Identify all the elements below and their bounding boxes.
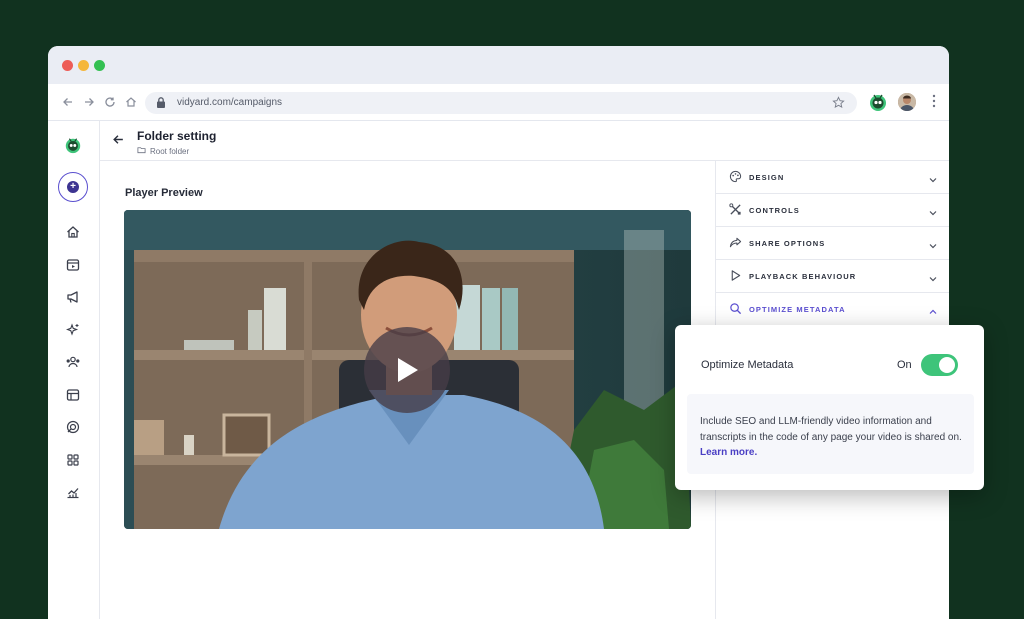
- user-avatar[interactable]: [898, 93, 916, 111]
- app-sidebar: +: [48, 121, 100, 619]
- bookmark-star-icon[interactable]: [832, 96, 845, 114]
- address-bar[interactable]: vidyard.com/campaigns: [145, 92, 857, 114]
- plus-icon: +: [67, 181, 79, 193]
- accordion-label: PLAYBACK BEHAVIOUR: [749, 272, 857, 281]
- close-window-button[interactable]: [62, 60, 73, 71]
- home-icon[interactable]: [121, 92, 141, 112]
- title-bar: [48, 46, 949, 84]
- chevron-up-icon: [928, 304, 938, 322]
- play-outline-icon: [729, 269, 743, 283]
- analytics-radar-icon[interactable]: [63, 417, 83, 437]
- page-header: Folder setting Root folder: [100, 121, 949, 161]
- vidyard-extension-icon[interactable]: [868, 92, 888, 112]
- palette-icon: [729, 170, 743, 184]
- description-box: Include SEO and LLM-friendly video infor…: [687, 394, 974, 474]
- play-icon: [398, 358, 418, 382]
- create-button[interactable]: +: [58, 172, 88, 202]
- learn-more-link[interactable]: Learn more.: [700, 447, 757, 458]
- accordion-label: DESIGN: [749, 173, 785, 182]
- chevron-down-icon: [928, 238, 938, 256]
- toggle-knob: [939, 357, 955, 373]
- optimize-metadata-toggle[interactable]: [921, 354, 958, 376]
- megaphone-icon[interactable]: [63, 287, 83, 307]
- team-icon[interactable]: [63, 352, 83, 372]
- accordion-controls[interactable]: CONTROLS: [716, 194, 949, 227]
- breadcrumb-label: Root folder: [150, 146, 190, 156]
- forward-arrow-icon[interactable]: [79, 92, 99, 112]
- insights-chart-icon[interactable]: [63, 482, 83, 502]
- accordion-label: OPTIMIZE METADATA: [749, 305, 846, 314]
- back-arrow-icon[interactable]: [112, 133, 125, 151]
- folder-icon: [137, 146, 146, 156]
- accordion-share-options[interactable]: SHARE OPTIONS: [716, 227, 949, 260]
- search-icon: [729, 302, 743, 316]
- breadcrumb[interactable]: Root folder: [137, 146, 189, 156]
- accordion-design[interactable]: DESIGN: [716, 161, 949, 194]
- video-player[interactable]: [124, 210, 691, 529]
- accordion-label: SHARE OPTIONS: [749, 239, 826, 248]
- description-body: Include SEO and LLM-friendly video infor…: [700, 416, 962, 443]
- sparkles-icon[interactable]: [63, 320, 83, 340]
- home-icon[interactable]: [63, 222, 83, 242]
- tools-icon: [729, 203, 743, 217]
- toggle-state-label: On: [897, 359, 912, 371]
- url-text: vidyard.com/campaigns: [177, 97, 283, 108]
- page-title: Folder setting: [137, 129, 217, 143]
- maximize-window-button[interactable]: [94, 60, 105, 71]
- optimize-metadata-title: Optimize Metadata: [701, 359, 794, 371]
- main-content: Player Preview: [100, 161, 715, 619]
- more-vertical-icon[interactable]: [932, 94, 936, 113]
- browser-toolbar: vidyard.com/campaigns: [48, 84, 949, 121]
- share-icon: [729, 236, 743, 250]
- video-library-icon[interactable]: [63, 255, 83, 275]
- description-text: Include SEO and LLM-friendly video infor…: [700, 414, 970, 461]
- chevron-down-icon: [928, 172, 938, 190]
- back-arrow-icon[interactable]: [58, 92, 78, 112]
- accordion-optimize-metadata[interactable]: OPTIMIZE METADATA: [716, 293, 949, 326]
- layout-icon[interactable]: [63, 385, 83, 405]
- accordion-label: CONTROLS: [749, 206, 800, 215]
- lock-icon: [155, 96, 167, 114]
- play-button[interactable]: [364, 327, 450, 413]
- optimize-metadata-card: Optimize Metadata On Include SEO and LLM…: [675, 325, 984, 490]
- reload-icon[interactable]: [100, 92, 120, 112]
- player-preview-label: Player Preview: [125, 187, 203, 199]
- accordion-playback-behaviour[interactable]: PLAYBACK BEHAVIOUR: [716, 260, 949, 293]
- vidyard-logo-icon[interactable]: [63, 135, 83, 155]
- minimize-window-button[interactable]: [78, 60, 89, 71]
- chevron-down-icon: [928, 205, 938, 223]
- apps-grid-icon[interactable]: [63, 450, 83, 470]
- chevron-down-icon: [928, 271, 938, 289]
